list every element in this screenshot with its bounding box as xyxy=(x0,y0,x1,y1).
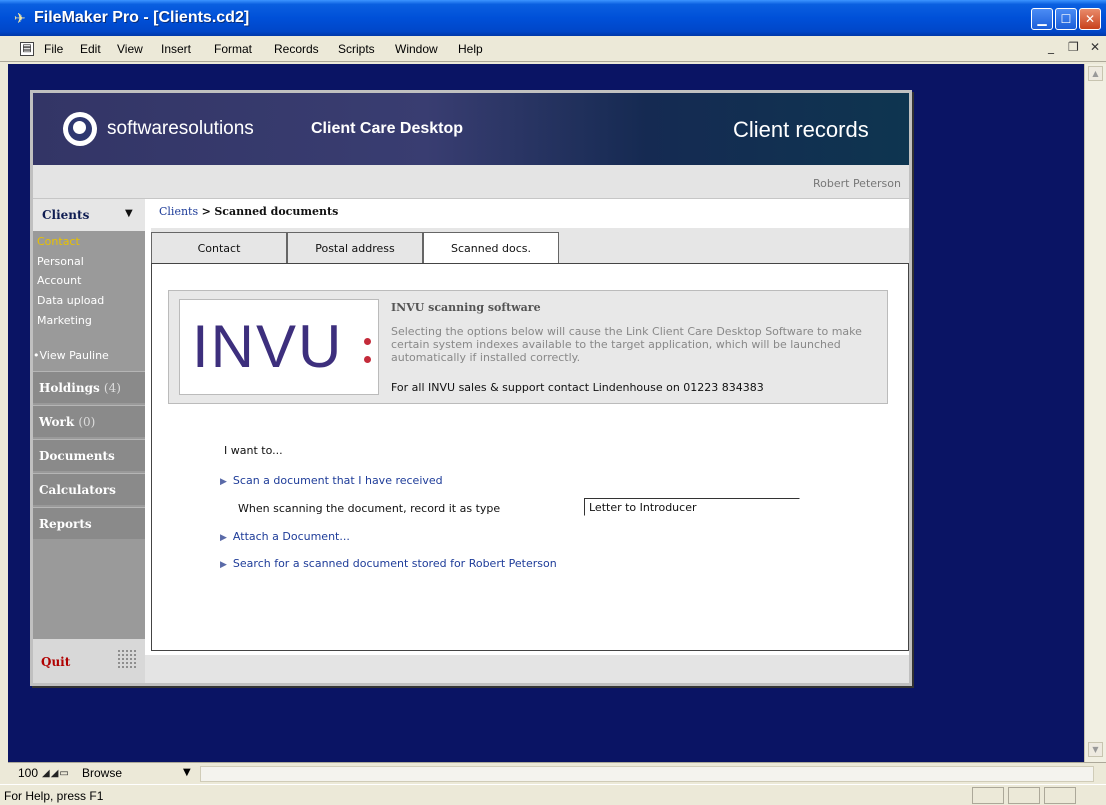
search-scanned-document-link[interactable]: ▶ Search for a scanned document stored fo… xyxy=(220,557,557,570)
zoom-mode-bar: 100 ◢◢▭ Browse ▼ xyxy=(8,762,1106,784)
arrow-right-icon: ▶ xyxy=(220,477,227,487)
menu-records[interactable]: Records xyxy=(274,42,319,56)
vertical-scrollbar[interactable]: ▲ ▼ xyxy=(1084,64,1106,762)
document-menu-icon[interactable]: ▤ xyxy=(20,42,34,56)
nav-section-documents[interactable]: Documents xyxy=(33,439,145,471)
mode-dropdown-icon[interactable]: ▼ xyxy=(183,767,191,778)
invu-title: INVU scanning software xyxy=(391,301,541,314)
arrow-right-icon: ▶ xyxy=(220,560,227,570)
product-name: Client Care Desktop xyxy=(311,120,464,137)
nav-item-account[interactable]: Account xyxy=(37,274,81,287)
nav-section-work[interactable]: Work (0) xyxy=(33,405,145,437)
close-button[interactable]: ✕ xyxy=(1079,8,1101,30)
scroll-down-arrow-icon[interactable]: ▼ xyxy=(1088,742,1103,757)
zoom-level[interactable]: 100 xyxy=(18,766,38,780)
attach-document-link[interactable]: ▶ Attach a Document... xyxy=(220,530,350,543)
tab-postal-address[interactable]: Postal address xyxy=(287,232,423,266)
nav-item-view-pauline-label: View Pauline xyxy=(39,349,109,362)
menu-scripts[interactable]: Scripts xyxy=(338,42,375,56)
document-type-field[interactable]: Letter to Introducer xyxy=(584,498,800,516)
document-minimize-icon[interactable]: _ xyxy=(1048,40,1054,54)
document-restore-icon[interactable]: ❐ xyxy=(1068,40,1079,54)
nav-section-holdings-label: Holdings xyxy=(39,381,100,395)
menu-edit[interactable]: Edit xyxy=(80,42,101,56)
keypad-icon[interactable] xyxy=(117,649,137,669)
invu-logo-dot-bottom xyxy=(364,356,371,363)
menu-help[interactable]: Help xyxy=(458,42,483,56)
scanned-docs-panel: INVU INVU scanning software Selecting th… xyxy=(151,263,909,651)
horizontal-scrollbar[interactable] xyxy=(200,766,1094,782)
arrow-right-icon: ▶ xyxy=(220,533,227,543)
menu-window[interactable]: Window xyxy=(395,42,438,56)
nav-section-calculators-label: Calculators xyxy=(39,483,116,497)
nav-clients-header[interactable]: Clients ▼ xyxy=(33,199,145,231)
invu-description: Selecting the options below will cause t… xyxy=(391,325,862,364)
invu-info-box: INVU INVU scanning software Selecting th… xyxy=(168,290,888,404)
nav-item-data-upload[interactable]: Data upload xyxy=(37,294,104,307)
nav-section-reports[interactable]: Reports xyxy=(33,507,145,539)
status-help-text: For Help, press F1 xyxy=(4,789,104,803)
client-layout-panel: softwaresolutions Client Care Desktop Cl… xyxy=(30,90,912,686)
breadcrumb-separator: > xyxy=(201,205,211,218)
section-title: Client records xyxy=(733,117,869,142)
invu-contact: For all INVU sales & support contact Lin… xyxy=(391,381,764,394)
nav-section-reports-label: Reports xyxy=(39,517,92,531)
header-banner: softwaresolutions Client Care Desktop Cl… xyxy=(33,93,909,165)
tab-contact[interactable]: Contact xyxy=(151,232,287,266)
nav-section-calculators[interactable]: Calculators xyxy=(33,473,145,505)
minimize-button[interactable]: ▁ xyxy=(1031,8,1053,30)
chevron-down-icon[interactable]: ▼ xyxy=(125,208,133,219)
scan-document-label: Scan a document that I have received xyxy=(232,474,443,487)
nav-item-contact[interactable]: Contact xyxy=(37,235,80,248)
menu-format[interactable]: Format xyxy=(214,42,252,56)
invu-logo: INVU xyxy=(179,299,379,395)
breadcrumb-clients-link[interactable]: Clients xyxy=(159,205,198,218)
document-type-prompt: When scanning the document, record it as… xyxy=(238,502,501,515)
window-title-bar[interactable]: ✈ FileMaker Pro - [Clients.cd2] ▁ ☐ ✕ xyxy=(0,0,1106,36)
user-bar: Robert Peterson xyxy=(33,165,909,199)
breadcrumb-current: Scanned documents xyxy=(214,205,339,218)
tab-strip: Contact Postal address Scanned docs. xyxy=(151,228,909,268)
nav-section-holdings-count: (4) xyxy=(103,381,121,395)
menu-insert[interactable]: Insert xyxy=(161,42,191,56)
window-title: FileMaker Pro - [Clients.cd2] xyxy=(34,9,250,26)
zoom-controls-icon[interactable]: ◢◢▭ xyxy=(42,768,70,779)
nav-item-personal[interactable]: Personal xyxy=(37,255,84,268)
scan-document-link[interactable]: ▶ Scan a document that I have received xyxy=(220,474,443,487)
softwaresolutions-logo-icon xyxy=(63,112,97,146)
nav-item-marketing[interactable]: Marketing xyxy=(37,314,92,327)
maximize-button[interactable]: ☐ xyxy=(1055,8,1077,30)
left-navigation: Clients ▼ Contact Personal Account Data … xyxy=(33,199,145,683)
nav-section-work-label: Work xyxy=(39,415,75,429)
invu-logo-text: INVU xyxy=(192,313,344,380)
nav-footer: Quit xyxy=(33,639,145,683)
current-client-name: Robert Peterson xyxy=(812,177,901,190)
menu-bar: ▤ File Edit View Insert Format Records S… xyxy=(0,36,1106,62)
nav-section-holdings[interactable]: Holdings (4) xyxy=(33,371,145,403)
status-pane xyxy=(1008,787,1040,804)
nav-item-view-pauline[interactable]: •View Pauline xyxy=(33,349,109,362)
mode-selector[interactable]: Browse xyxy=(82,766,122,780)
filemaker-app-icon[interactable]: ✈ xyxy=(14,11,26,27)
document-close-icon[interactable]: ✕ xyxy=(1090,40,1100,54)
nav-section-documents-label: Documents xyxy=(39,449,115,463)
attach-document-label: Attach a Document... xyxy=(232,530,350,543)
scroll-up-arrow-icon[interactable]: ▲ xyxy=(1088,66,1103,81)
actions-heading: I want to... xyxy=(224,444,283,457)
status-pane xyxy=(972,787,1004,804)
panel-footer xyxy=(145,655,909,683)
breadcrumb: Clients > Scanned documents xyxy=(159,205,338,218)
menu-file[interactable]: File xyxy=(44,42,63,56)
brand-name: softwaresolutions xyxy=(107,118,254,139)
invu-logo-dot-top xyxy=(364,338,371,345)
status-pane xyxy=(1044,787,1076,804)
menu-view[interactable]: View xyxy=(117,42,143,56)
nav-section-work-count: (0) xyxy=(78,415,96,429)
nav-clients-label: Clients xyxy=(42,208,90,222)
search-scanned-document-label: Search for a scanned document stored for… xyxy=(232,557,557,570)
quit-button[interactable]: Quit xyxy=(41,655,70,669)
status-bar: For Help, press F1 xyxy=(0,784,1106,805)
